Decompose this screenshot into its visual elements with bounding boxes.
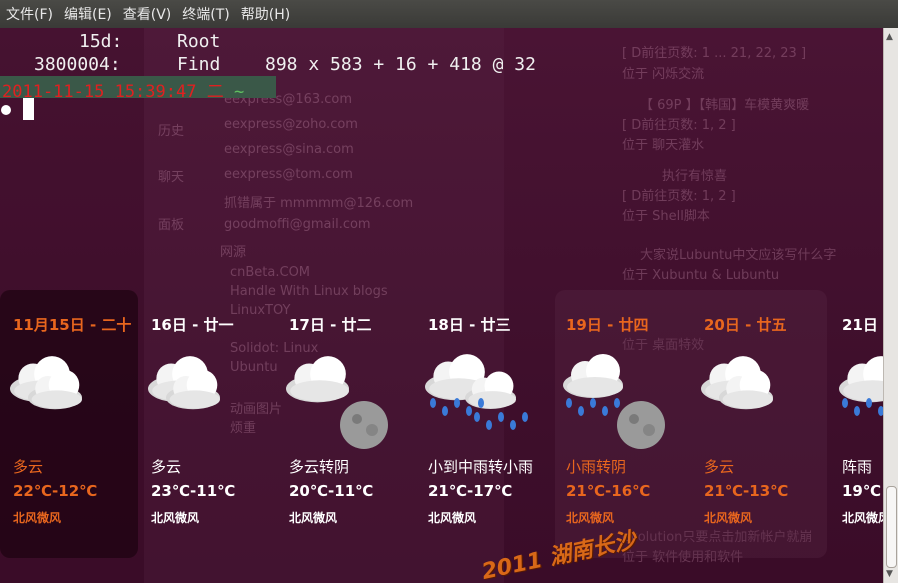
background-mail-item: cnBeta.COM	[230, 265, 311, 280]
cloudy-icon	[148, 345, 273, 459]
weather-day: 21日 - 廿阵雨 19℃ 北风微风	[829, 290, 884, 558]
weather-day: 16日 - 廿一 多云 23℃-11℃ 北风微风	[138, 290, 276, 558]
background-forum-item: 执行有惊喜	[662, 169, 728, 184]
background-mail-item: 网源	[220, 245, 247, 260]
terminal-geometry: 898 x 583 + 16 + 418 @ 32	[265, 54, 536, 75]
terminal-cursor	[23, 98, 34, 120]
weather-temperature: 21℃-17℃	[428, 482, 513, 500]
weather-date: 19日 - 廿四	[566, 316, 649, 334]
weather-wind: 北风微风	[842, 511, 884, 525]
weather-condition: 小雨转阴	[566, 458, 627, 476]
background-side-item: 历史	[158, 124, 185, 139]
menu-bar: 文件(F) 编辑(E) 查看(V) 终端(T) 帮助(H)	[0, 0, 898, 28]
weather-condition: 多云	[704, 458, 735, 476]
weather-temperature: 19℃	[842, 482, 882, 500]
weather-condition: 多云转阴	[289, 458, 350, 476]
background-forum-item: 位于 聊天灌水	[622, 138, 705, 153]
weather-day: 11月15日 - 二十 多云 22℃-12℃ 北风微风	[0, 290, 138, 558]
menu-edit[interactable]: 编辑(E)	[64, 4, 112, 24]
weather-temperature: 21℃-13℃	[704, 482, 789, 500]
rain-icon	[425, 345, 550, 459]
scroll-down-icon[interactable]: ▼	[886, 569, 893, 579]
weather-date: 17日 - 廿二	[289, 316, 372, 334]
menu-file[interactable]: 文件(F)	[6, 4, 53, 24]
background-mail-item: eexpress@sina.com	[224, 142, 354, 157]
weather-condition: 多云	[13, 458, 44, 476]
weather-condition: 多云	[151, 458, 182, 476]
terminal-area[interactable]: 历史 聊天 面板 eexpress@163.com eexpress@zoho.…	[0, 28, 884, 583]
background-forum-item: 位于 Xubuntu & Lubuntu	[622, 268, 780, 283]
weather-wind: 北风微风	[428, 511, 477, 525]
weather-day: 18日 - 廿三小到中雨转小雨 21℃-17℃ 北风微风	[415, 290, 553, 558]
terminal-line2-key: 3800004:	[34, 54, 121, 75]
background-mail-item: goodmoffi@gmail.com	[224, 217, 371, 232]
cloudy-moon-icon	[286, 345, 411, 459]
terminal-line2-value: Find	[177, 54, 221, 75]
weather-date: 20日 - 廿五	[704, 316, 787, 334]
shower-icon	[839, 345, 884, 459]
prompt-time: 2011-11-15 15:39:47 二	[2, 82, 224, 102]
weather-temperature: 22℃-12℃	[13, 482, 98, 500]
cloudy-icon	[10, 345, 135, 459]
menu-view[interactable]: 查看(V)	[123, 4, 172, 24]
weather-date: 21日 - 廿	[842, 316, 884, 334]
cloudy-icon	[701, 345, 826, 459]
menu-terminal[interactable]: 终端(T)	[182, 4, 229, 24]
weather-condition: 小到中雨转小雨	[428, 458, 534, 476]
weather-wind: 北风微风	[13, 511, 62, 525]
weather-wind: 北风微风	[566, 511, 615, 525]
background-forum-item: [ D前往页数: 1 ... 21, 22, 23 ]	[622, 46, 807, 61]
weather-wind: 北风微风	[151, 511, 200, 525]
weather-wind: 北风微风	[289, 511, 338, 525]
prompt-dot-icon	[1, 105, 11, 115]
scroll-up-icon[interactable]: ▲	[886, 32, 893, 42]
weather-widget: 11月15日 - 二十 多云 22℃-12℃ 北风微风 16日 - 廿一 多云 23℃-11…	[0, 290, 884, 560]
background-mail-item: 抓错属于 mmmmm@126.com	[224, 196, 414, 211]
weather-date: 11月15日 - 二十	[13, 316, 132, 334]
weather-day: 20日 - 廿五 多云 21℃-13℃ 北风微风	[691, 290, 829, 558]
background-forum-item: [ D前往页数: 1, 2 ]	[622, 118, 736, 133]
prompt-tilde: ~	[233, 82, 245, 102]
terminal-line1-key: 15d:	[79, 31, 123, 52]
menu-help[interactable]: 帮助(H)	[241, 4, 290, 24]
scrollbar-thumb[interactable]	[886, 486, 897, 568]
weather-temperature: 21℃-16℃	[566, 482, 651, 500]
background-forum-item: 大家说Lubuntu中文应该写什么字	[640, 248, 837, 263]
background-forum-item: 【 69P 】【韩国】车模黄爽暖	[640, 98, 810, 113]
terminal-line1-value: Root	[177, 31, 221, 52]
background-forum-item: 位于 闪烁交流	[622, 67, 705, 82]
background-mail-item: eexpress@tom.com	[224, 167, 353, 182]
background-side-item: 面板	[158, 218, 185, 233]
background-forum-item: [ D前往页数: 1, 2 ]	[622, 189, 736, 204]
background-forum-item: 位于 Shell脚本	[622, 209, 710, 224]
rain-moon-icon	[563, 345, 688, 459]
weather-temperature: 20℃-11℃	[289, 482, 374, 500]
weather-temperature: 23℃-11℃	[151, 482, 236, 500]
weather-condition: 阵雨	[842, 458, 873, 476]
prompt: 2011-11-15 15:39:47 二 ~	[2, 77, 244, 102]
weather-wind: 北风微风	[704, 511, 753, 525]
background-mail-item: eexpress@zoho.com	[224, 117, 358, 132]
weather-date: 16日 - 廿一	[151, 316, 234, 334]
background-side-item: 聊天	[158, 170, 185, 185]
weather-day: 17日 - 廿二 多云转阴 20℃-11℃ 北风微风	[276, 290, 414, 558]
weather-day: 19日 - 廿四 小雨转阴 21℃-16℃ 北风微风	[553, 290, 691, 558]
weather-date: 18日 - 廿三	[428, 316, 511, 334]
scrollbar[interactable]: ▲ ▼	[883, 28, 898, 583]
